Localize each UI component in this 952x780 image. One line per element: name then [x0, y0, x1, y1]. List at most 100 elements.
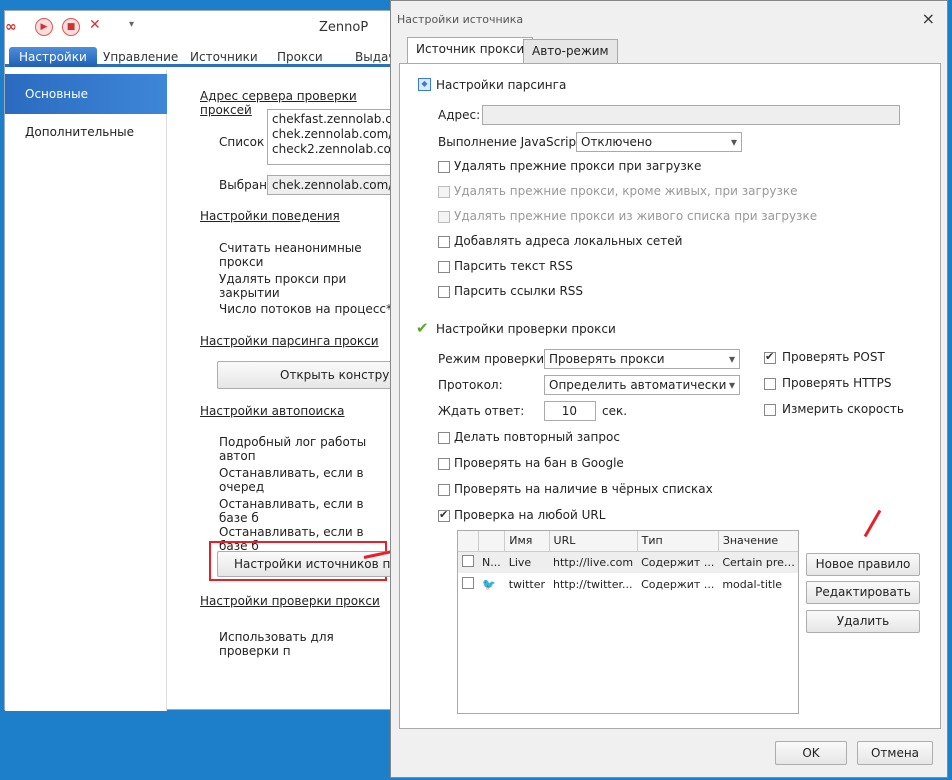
dialog-title: Настройки источника — [397, 13, 524, 26]
list-item[interactable]: check2.zennolab.com — [272, 142, 396, 157]
rss-links-label: Парсить ссылки RSS — [454, 284, 584, 298]
dropdown-icon[interactable]: ▾ — [129, 19, 134, 30]
parse-settings-icon: ◆ — [418, 78, 431, 91]
wait-stepper[interactable]: 10 — [544, 401, 596, 421]
row-url: http://live.com — [553, 555, 634, 569]
col-type[interactable]: Тип — [637, 531, 719, 552]
google-ban-label: Проверять на бан в Google — [454, 456, 624, 470]
table-row[interactable]: 🐦 twitter http://twitter... Содержит ...… — [458, 573, 798, 595]
new-rule-button[interactable]: Новое правило — [806, 553, 920, 576]
row-type: Содержит ... — [641, 555, 715, 569]
stop1-label: Останавливать, если в очеред — [219, 466, 364, 494]
wait-label: Ждать ответ: — [438, 404, 525, 418]
main-tabs: Настройки Управление Источники Прокси Вы… — [5, 45, 403, 67]
col-check — [458, 531, 479, 552]
tab-auto-mode[interactable]: Авто-режим — [523, 39, 618, 63]
col-name[interactable]: Имя — [504, 531, 550, 552]
local-addresses-label: Добавлять адреса локальных сетей — [454, 234, 683, 248]
repeat-label: Делать повторный запрос — [454, 430, 620, 444]
col-value[interactable]: Значение — [718, 531, 798, 552]
checkbox-rss-text[interactable] — [438, 261, 450, 273]
speed-label: Измерить скорость — [782, 402, 904, 416]
any-url-label: Проверка на любой URL — [454, 508, 606, 522]
tab-proxy-source[interactable]: Источник прокси — [407, 37, 534, 64]
selected-label: Выбран — [219, 178, 267, 192]
autosearch-link[interactable]: Настройки автопоиска — [200, 404, 345, 418]
js-label: Выполнение JavaScript: — [438, 135, 585, 149]
sidebar-item-additional[interactable]: Дополнительные — [5, 112, 167, 152]
network-icon[interactable]: ✕ — [89, 17, 101, 33]
check-link[interactable]: Настройки проверки прокси — [200, 594, 380, 608]
delete-old-label: Удалять прежние прокси при загрузке — [454, 159, 702, 173]
tab-control[interactable]: Управление — [93, 47, 188, 67]
post-label: Проверять POST — [782, 350, 885, 364]
checkbox-delete-except-alive — [438, 186, 450, 198]
delete-button[interactable]: Удалить — [806, 610, 920, 633]
checkbox-delete-alive-list — [438, 211, 450, 223]
row-url: http://twitter... — [553, 577, 633, 591]
checkbox-any-url[interactable] — [438, 508, 450, 522]
row-checkbox[interactable] — [462, 576, 474, 589]
cancel-button[interactable]: Отмена — [857, 741, 933, 765]
checkbox-repeat[interactable] — [438, 432, 450, 444]
list-item[interactable]: chekfast.zennolab.com — [272, 112, 396, 127]
tab-sources[interactable]: Источники — [180, 47, 268, 67]
row-value: Certain prem... — [722, 555, 799, 569]
row-checkbox[interactable] — [462, 554, 474, 567]
check-section-title: Настройки проверки прокси — [436, 322, 616, 336]
mode-select[interactable]: Проверять прокси — [544, 349, 740, 369]
table-row[interactable]: N... Live http://live.com Содержит ... C… — [458, 551, 799, 573]
mode-label: Режим проверки: — [438, 352, 549, 366]
stop-icon[interactable]: ■ — [62, 18, 80, 36]
tab-settings[interactable]: Настройки — [9, 47, 97, 67]
tab-panel: ◆ Настройки парсинга Адрес: Выполнение J… — [399, 63, 941, 729]
close-icon[interactable]: × — [922, 9, 935, 28]
checkbox-post[interactable] — [764, 350, 776, 364]
window-title: ZennoP — [319, 20, 369, 35]
checkbox-local-addresses[interactable] — [438, 236, 450, 248]
checkbox-rss-links[interactable] — [438, 286, 450, 298]
protocol-label: Протокол: — [438, 378, 503, 392]
toolbar: ∞ ▶ ■ ✕ ▾ ZennoP — [5, 11, 395, 45]
table-header: Имя URL Тип Значение — [458, 531, 798, 552]
play-icon[interactable]: ▶ — [35, 18, 53, 36]
server-list[interactable]: chekfast.zennolab.com chek.zennolab.com/… — [267, 109, 397, 165]
sidebar-item-basic[interactable]: Основные — [5, 74, 167, 114]
col-url[interactable]: URL — [549, 531, 638, 552]
row-type: Содержит ... — [641, 577, 715, 591]
tab-proxy[interactable]: Прокси — [267, 47, 333, 67]
checkmark-icon: ✔ — [416, 319, 429, 337]
threads-label: Число потоков на процесс* — [219, 302, 393, 316]
twitter-icon: 🐦 — [482, 577, 496, 591]
js-select[interactable]: Отключено — [576, 132, 742, 152]
stop2-label: Останавливать, если в базе б — [219, 497, 364, 525]
open-constructor-button[interactable]: Открыть конструкт — [217, 361, 397, 389]
parse-link[interactable]: Настройки парсинга прокси — [200, 334, 379, 348]
sidebar: Основные Дополнительные — [5, 70, 167, 711]
checkbox-speed[interactable] — [764, 404, 776, 416]
selected-field[interactable]: chek.zennolab.com/p — [267, 175, 397, 195]
zennolab-logo-icon: ∞ — [5, 19, 17, 35]
delete-alive-list-label: Удалять прежние прокси из живого списка … — [454, 209, 818, 223]
checkbox-delete-old[interactable] — [438, 161, 450, 173]
rss-text-label: Парсить текст RSS — [454, 259, 573, 273]
wait-unit: сек. — [602, 404, 628, 418]
row-name: twitter — [508, 577, 546, 591]
https-label: Проверять HTTPS — [782, 376, 892, 390]
ok-button[interactable]: OK — [775, 741, 847, 765]
verbose-log-label: Подробный лог работы автоп — [219, 435, 367, 463]
use-for-check-label: Использовать для проверки п — [219, 630, 334, 658]
checkbox-blacklists[interactable] — [438, 484, 450, 496]
parse-section-title: Настройки парсинга — [436, 78, 567, 92]
address-input[interactable] — [482, 105, 900, 125]
edit-button[interactable]: Редактировать — [806, 581, 920, 604]
row-icon: N... — [482, 555, 501, 569]
row-name: Live — [508, 555, 532, 569]
behavior-link[interactable]: Настройки поведения — [200, 209, 340, 223]
anon-label: Считать неанонимные прокси — [219, 241, 362, 269]
checkbox-https[interactable] — [764, 378, 776, 390]
delete-except-alive-label: Удалять прежние прокси, кроме живых, при… — [454, 184, 798, 198]
checkbox-google-ban[interactable] — [438, 458, 450, 470]
list-item[interactable]: chek.zennolab.com/p — [272, 127, 396, 142]
protocol-select[interactable]: Определить автоматически — [544, 375, 740, 395]
